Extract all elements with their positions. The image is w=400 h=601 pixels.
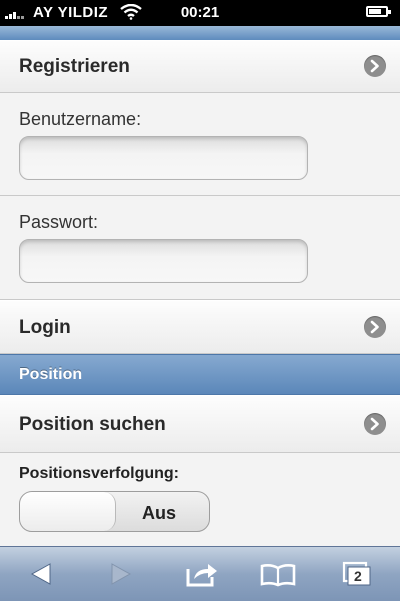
register-label: Registrieren [19, 56, 130, 77]
chevron-right-icon [364, 55, 386, 77]
password-block: Passwort: [0, 196, 400, 300]
username-block: Benutzername: [0, 93, 400, 196]
position-header-label: Position [19, 366, 83, 383]
toggle-state-label: Aus [142, 503, 177, 523]
register-row[interactable]: Registrieren [0, 40, 400, 93]
position-section-header: Position [0, 354, 400, 395]
status-bar: AY YILDIZ 00:21 [0, 0, 400, 26]
tracking-toggle[interactable]: Aus [19, 491, 210, 532]
toggle-knob[interactable] [20, 492, 116, 531]
username-field[interactable] [19, 136, 308, 180]
header-strip [0, 26, 400, 40]
bookmarks-icon[interactable] [258, 559, 298, 589]
chevron-right-icon [364, 413, 386, 435]
back-arrow-icon[interactable] [22, 559, 62, 589]
forward-arrow-icon[interactable] [100, 559, 140, 589]
tabs-icon[interactable]: 2 [338, 559, 378, 589]
username-label: Benutzername: [19, 109, 142, 129]
browser-toolbar: 2 [0, 546, 400, 601]
position-search-label: Position suchen [19, 414, 166, 435]
battery-icon [366, 6, 391, 17]
login-label: Login [19, 317, 71, 338]
share-icon[interactable] [182, 559, 222, 589]
position-search-row[interactable]: Position suchen [0, 395, 400, 453]
tabs-count: 2 [354, 568, 362, 584]
clock: 00:21 [180, 4, 220, 21]
chevron-right-icon [364, 316, 386, 338]
login-row[interactable]: Login [0, 300, 400, 354]
tracking-label: Positionsverfolgung: [19, 465, 179, 482]
password-field[interactable] [19, 239, 308, 283]
password-label: Passwort: [19, 212, 99, 232]
